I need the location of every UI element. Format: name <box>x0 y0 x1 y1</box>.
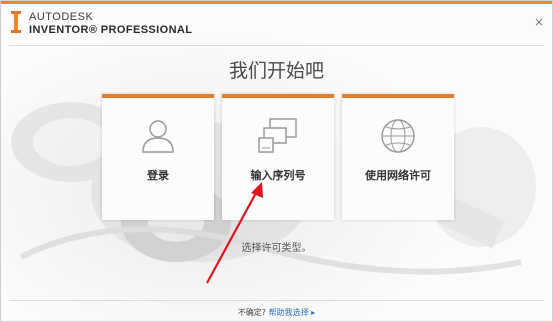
autodesk-logo-icon <box>11 11 21 33</box>
globe-icon <box>381 119 415 153</box>
brand-company: AUTODESK <box>29 11 94 23</box>
accent-bar <box>1 1 552 4</box>
annotation-arrow-icon <box>206 182 263 284</box>
sign-in-card[interactable]: 登录 <box>102 94 214 220</box>
close-button[interactable]: × <box>534 15 544 29</box>
devices-icon <box>258 118 297 153</box>
page-title: 我们开始吧 <box>228 60 324 82</box>
brand-product: INVENTOR® PROFESSIONAL <box>29 24 193 36</box>
user-icon <box>142 120 174 153</box>
brand: AUTODESK INVENTOR® PROFESSIONAL <box>29 12 192 36</box>
footer: 不确定? 帮助我选择 ▸ <box>1 307 552 318</box>
footer-prompt: 不确定? <box>237 308 267 317</box>
network-license-label: 使用网络许可 <box>365 169 431 182</box>
header-divider <box>9 45 544 46</box>
activation-window: AUTODESK INVENTOR® PROFESSIONAL × 我们开始吧 … <box>0 0 553 322</box>
network-license-card[interactable]: 使用网络许可 <box>342 94 454 220</box>
help-me-choose-link[interactable]: 帮助我选择 ▸ <box>269 308 316 317</box>
instruction-text: 选择许可类型。 <box>241 243 312 254</box>
sign-in-label: 登录 <box>147 169 169 182</box>
footer-divider <box>9 300 544 301</box>
